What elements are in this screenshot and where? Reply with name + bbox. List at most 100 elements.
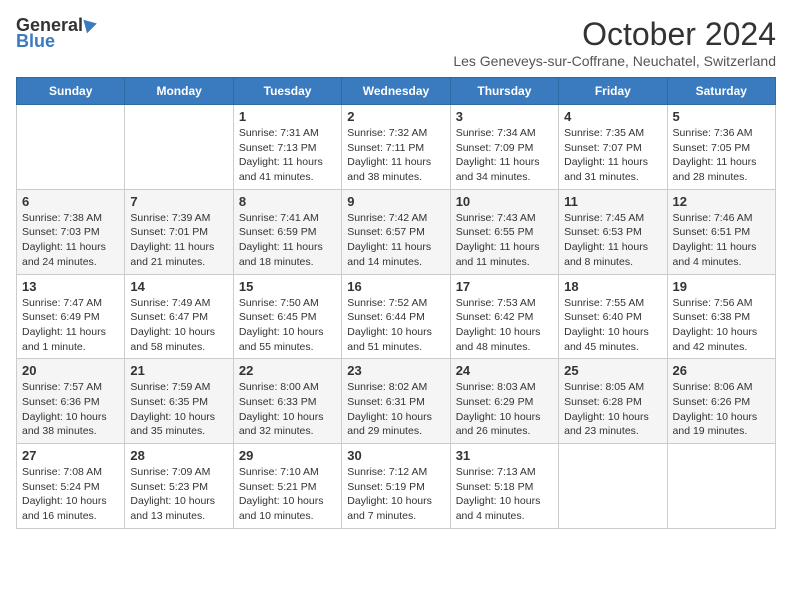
calendar-cell: 26 Sunrise: 8:06 AMSunset: 6:26 PMDayligh… [667,359,775,444]
day-number: 16 [347,279,444,294]
day-detail: Sunrise: 7:50 AMSunset: 6:45 PMDaylight:… [239,296,336,355]
day-detail: Sunrise: 7:52 AMSunset: 6:44 PMDaylight:… [347,296,444,355]
day-number: 24 [456,363,553,378]
calendar-cell: 2 Sunrise: 7:32 AMSunset: 7:11 PMDaylight… [342,105,450,190]
calendar-cell: 10 Sunrise: 7:43 AMSunset: 6:55 PMDayligh… [450,189,558,274]
day-number: 14 [130,279,227,294]
calendar-cell: 1 Sunrise: 7:31 AMSunset: 7:13 PMDaylight… [233,105,341,190]
day-detail: Sunrise: 7:12 AMSunset: 5:19 PMDaylight:… [347,465,444,524]
day-detail: Sunrise: 7:47 AMSunset: 6:49 PMDaylight:… [22,296,119,355]
day-number: 7 [130,194,227,209]
day-number: 22 [239,363,336,378]
calendar-cell: 28 Sunrise: 7:09 AMSunset: 5:23 PMDayligh… [125,444,233,529]
weekday-header: Friday [559,78,667,105]
day-detail: Sunrise: 7:55 AMSunset: 6:40 PMDaylight:… [564,296,661,355]
calendar-week-row: 6 Sunrise: 7:38 AMSunset: 7:03 PMDaylight… [17,189,776,274]
calendar-cell: 20 Sunrise: 7:57 AMSunset: 6:36 PMDayligh… [17,359,125,444]
day-detail: Sunrise: 7:39 AMSunset: 7:01 PMDaylight:… [130,211,227,270]
calendar-week-row: 1 Sunrise: 7:31 AMSunset: 7:13 PMDaylight… [17,105,776,190]
calendar-cell: 31Sunrise: 7:13 AMSunset: 5:18 PMDayligh… [450,444,558,529]
title-block: October 2024 Les Geneveys-sur-Coffrane, … [453,16,776,69]
day-number: 4 [564,109,661,124]
calendar-cell: 24 Sunrise: 8:03 AMSunset: 6:29 PMDayligh… [450,359,558,444]
calendar-week-row: 20 Sunrise: 7:57 AMSunset: 6:36 PMDayligh… [17,359,776,444]
weekday-header: Saturday [667,78,775,105]
day-detail: Sunrise: 7:42 AMSunset: 6:57 PMDaylight:… [347,211,444,270]
calendar-cell: 23 Sunrise: 8:02 AMSunset: 6:31 PMDayligh… [342,359,450,444]
day-number: 2 [347,109,444,124]
calendar-cell: 18Sunrise: 7:55 AMSunset: 6:40 PMDayligh… [559,274,667,359]
month-title: October 2024 [453,16,776,53]
calendar-week-row: 13 Sunrise: 7:47 AMSunset: 6:49 PMDayligh… [17,274,776,359]
day-detail: Sunrise: 8:02 AMSunset: 6:31 PMDaylight:… [347,380,444,439]
logo: General Blue [16,16,97,50]
day-number: 21 [130,363,227,378]
day-number: 13 [22,279,119,294]
location-text: Les Geneveys-sur-Coffrane, Neuchatel, Sw… [453,53,776,69]
calendar-table: SundayMondayTuesdayWednesdayThursdayFrid… [16,77,776,529]
calendar-cell: 4Sunrise: 7:35 AMSunset: 7:07 PMDaylight… [559,105,667,190]
day-detail: Sunrise: 8:00 AMSunset: 6:33 PMDaylight:… [239,380,336,439]
day-number: 23 [347,363,444,378]
day-detail: Sunrise: 7:10 AMSunset: 5:21 PMDaylight:… [239,465,336,524]
weekday-header: Sunday [17,78,125,105]
calendar-cell: 14 Sunrise: 7:49 AMSunset: 6:47 PMDayligh… [125,274,233,359]
day-number: 20 [22,363,119,378]
day-number: 5 [673,109,770,124]
day-number: 28 [130,448,227,463]
day-number: 19 [673,279,770,294]
calendar-cell: 30Sunrise: 7:12 AMSunset: 5:19 PMDayligh… [342,444,450,529]
day-number: 15 [239,279,336,294]
day-detail: Sunrise: 7:46 AMSunset: 6:51 PMDaylight:… [673,211,770,270]
day-detail: Sunrise: 7:49 AMSunset: 6:47 PMDaylight:… [130,296,227,355]
day-detail: Sunrise: 7:57 AMSunset: 6:36 PMDaylight:… [22,380,119,439]
weekday-header: Monday [125,78,233,105]
day-number: 9 [347,194,444,209]
calendar-cell: 12Sunrise: 7:46 AMSunset: 6:51 PMDayligh… [667,189,775,274]
calendar-week-row: 27 Sunrise: 7:08 AMSunset: 5:24 PMDayligh… [17,444,776,529]
day-number: 1 [239,109,336,124]
day-detail: Sunrise: 7:38 AMSunset: 7:03 PMDaylight:… [22,211,119,270]
page-header: General Blue October 2024 Les Geneveys-s… [16,16,776,69]
day-number: 8 [239,194,336,209]
logo-blue: Blue [16,32,97,50]
day-detail: Sunrise: 8:06 AMSunset: 6:26 PMDaylight:… [673,380,770,439]
calendar-cell: 9 Sunrise: 7:42 AMSunset: 6:57 PMDaylight… [342,189,450,274]
day-detail: Sunrise: 8:05 AMSunset: 6:28 PMDaylight:… [564,380,661,439]
calendar-header: SundayMondayTuesdayWednesdayThursdayFrid… [17,78,776,105]
day-number: 11 [564,194,661,209]
day-detail: Sunrise: 7:41 AMSunset: 6:59 PMDaylight:… [239,211,336,270]
weekday-header: Thursday [450,78,558,105]
day-detail: Sunrise: 7:32 AMSunset: 7:11 PMDaylight:… [347,126,444,185]
day-number: 29 [239,448,336,463]
calendar-cell [125,105,233,190]
day-number: 6 [22,194,119,209]
day-detail: Sunrise: 7:45 AMSunset: 6:53 PMDaylight:… [564,211,661,270]
calendar-cell: 7 Sunrise: 7:39 AMSunset: 7:01 PMDaylight… [125,189,233,274]
day-detail: Sunrise: 7:08 AMSunset: 5:24 PMDaylight:… [22,465,119,524]
day-detail: Sunrise: 7:36 AMSunset: 7:05 PMDaylight:… [673,126,770,185]
day-detail: Sunrise: 7:31 AMSunset: 7:13 PMDaylight:… [239,126,336,185]
calendar-cell: 19 Sunrise: 7:56 AMSunset: 6:38 PMDayligh… [667,274,775,359]
day-number: 31 [456,448,553,463]
calendar-cell: 11 Sunrise: 7:45 AMSunset: 6:53 PMDayligh… [559,189,667,274]
calendar-cell [667,444,775,529]
day-detail: Sunrise: 7:34 AMSunset: 7:09 PMDaylight:… [456,126,553,185]
calendar-cell: 8 Sunrise: 7:41 AMSunset: 6:59 PMDaylight… [233,189,341,274]
calendar-cell: 29 Sunrise: 7:10 AMSunset: 5:21 PMDayligh… [233,444,341,529]
day-number: 27 [22,448,119,463]
calendar-cell: 27 Sunrise: 7:08 AMSunset: 5:24 PMDayligh… [17,444,125,529]
day-number: 10 [456,194,553,209]
calendar-cell: 21 Sunrise: 7:59 AMSunset: 6:35 PMDayligh… [125,359,233,444]
day-detail: Sunrise: 8:03 AMSunset: 6:29 PMDaylight:… [456,380,553,439]
calendar-cell: 3Sunrise: 7:34 AMSunset: 7:09 PMDaylight… [450,105,558,190]
calendar-cell: 5 Sunrise: 7:36 AMSunset: 7:05 PMDaylight… [667,105,775,190]
day-detail: Sunrise: 7:09 AMSunset: 5:23 PMDaylight:… [130,465,227,524]
day-detail: Sunrise: 7:43 AMSunset: 6:55 PMDaylight:… [456,211,553,270]
day-detail: Sunrise: 7:56 AMSunset: 6:38 PMDaylight:… [673,296,770,355]
logo-triangle-icon [83,17,98,34]
calendar-cell: 22 Sunrise: 8:00 AMSunset: 6:33 PMDayligh… [233,359,341,444]
day-detail: Sunrise: 7:59 AMSunset: 6:35 PMDaylight:… [130,380,227,439]
calendar-cell: 17Sunrise: 7:53 AMSunset: 6:42 PMDayligh… [450,274,558,359]
day-number: 26 [673,363,770,378]
